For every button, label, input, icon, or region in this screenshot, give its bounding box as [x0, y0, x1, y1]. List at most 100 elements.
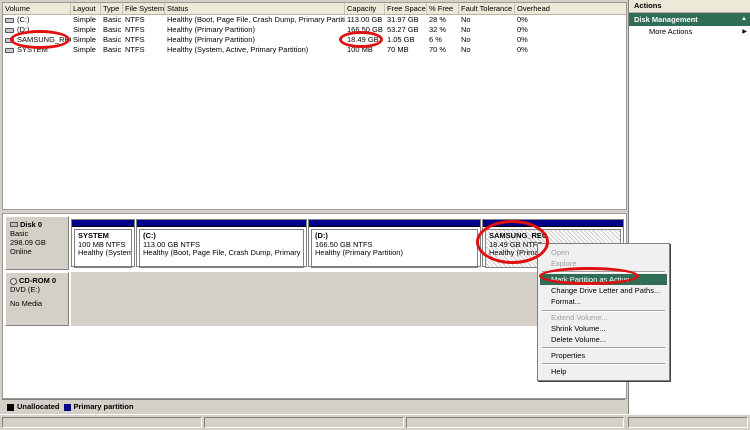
- legend-label-primary: Primary partition: [73, 402, 134, 411]
- menu-item-properties[interactable]: Properties: [540, 350, 667, 361]
- cell-layout: Simple: [73, 15, 96, 24]
- legend-label-unallocated: Unallocated: [17, 402, 60, 411]
- cell-free-space: 1.05 GB: [387, 35, 415, 44]
- col-volume[interactable]: Volume: [3, 3, 71, 14]
- cell-capacity: 18.49 GB: [347, 35, 379, 44]
- menu-item-explore: Explore: [551, 259, 577, 268]
- cell-free-space: 53.27 GB: [387, 25, 419, 34]
- menu-separator: [542, 271, 665, 273]
- table-row[interactable]: (C:) Simple Basic NTFS Healthy (Boot, Pa…: [3, 15, 626, 25]
- col-type[interactable]: Type: [101, 3, 123, 14]
- table-row[interactable]: SAMSUNG_REC Simple Basic NTFS Healthy (P…: [3, 35, 626, 45]
- cell-capacity: 100 MB: [347, 45, 373, 54]
- legend: Unallocated Primary partition: [2, 399, 625, 414]
- col-free-space[interactable]: Free Space: [385, 3, 427, 14]
- cell-capacity: 113.00 GB: [347, 15, 383, 24]
- cell-free-space: 31.97 GB: [387, 15, 419, 24]
- cell-percent-free: 6 %: [429, 35, 442, 44]
- table-row[interactable]: (D:) Simple Basic NTFS Healthy (Primary …: [3, 25, 626, 35]
- partition-status: Healthy (Boot, Page File, Crash Dump, Pr…: [143, 248, 304, 257]
- cell-fault-tolerance: No: [461, 25, 471, 34]
- cell-file-system: NTFS: [125, 45, 145, 54]
- menu-item-extend-volume: Extend Volume...: [551, 313, 608, 322]
- cell-overhead: 0%: [517, 45, 528, 54]
- cell-layout: Simple: [73, 25, 96, 34]
- legend-swatch-primary: [63, 403, 71, 411]
- cell-status: Healthy (System, Active, Primary Partiti…: [167, 45, 309, 54]
- col-layout[interactable]: Layout: [71, 3, 101, 14]
- cell-file-system: NTFS: [125, 15, 145, 24]
- menu-item-help[interactable]: Help: [540, 366, 667, 377]
- collapse-up-icon[interactable]: ▲: [741, 13, 747, 26]
- cell-layout: Simple: [73, 45, 96, 54]
- main-pane: Volume Layout Type File System Status Ca…: [0, 0, 627, 429]
- partition-c[interactable]: (C:) 113.00 GB NTFS Healthy (Boot, Page …: [136, 219, 307, 268]
- col-fault-tolerance[interactable]: Fault Tolerance: [459, 3, 515, 14]
- partition-d[interactable]: (D:) 166.50 GB NTFS Healthy (Primary Par…: [308, 219, 481, 268]
- cell-free-space: 70 MB: [387, 45, 409, 54]
- partition-bar: [309, 220, 480, 227]
- col-percent-free[interactable]: % Free: [427, 3, 459, 14]
- cdrom-icon: [10, 277, 17, 285]
- partition-status: Healthy (System, A: [78, 248, 131, 257]
- cell-status: Healthy (Primary Partition): [167, 35, 255, 44]
- disk0-state: Online: [10, 247, 32, 256]
- partition-bar: [137, 220, 306, 227]
- partition-bar: [72, 220, 134, 227]
- cell-status: Healthy (Primary Partition): [167, 25, 255, 34]
- col-file-system[interactable]: File System: [123, 3, 165, 14]
- col-status[interactable]: Status: [165, 3, 345, 14]
- volume-list[interactable]: Volume Layout Type File System Status Ca…: [2, 2, 627, 210]
- cdrom0-label[interactable]: CD-ROM 0 DVD (E:) No Media: [5, 272, 69, 326]
- cell-status: Healthy (Boot, Page File, Crash Dump, Pr…: [167, 15, 345, 24]
- cell-layout: Simple: [73, 35, 96, 44]
- partition-system[interactable]: SYSTEM 100 MB NTFS Healthy (System, A: [71, 219, 135, 268]
- menu-separator: [542, 363, 665, 365]
- actions-section-disk-management[interactable]: Disk Management ▲: [629, 13, 750, 26]
- cell-type: Basic: [103, 35, 122, 44]
- menu-item-change-drive-letter[interactable]: Change Drive Letter and Paths...: [540, 285, 667, 296]
- cdrom0-type: DVD (E:): [10, 285, 40, 294]
- cell-volume: SYSTEM: [3, 45, 71, 55]
- cell-volume: (C:): [3, 15, 71, 25]
- disk-icon: [10, 222, 18, 227]
- cdrom0-row: CD-ROM 0 DVD (E:) No Media: [5, 272, 624, 326]
- cell-capacity: 166.50 GB: [347, 25, 383, 34]
- cell-fault-tolerance: No: [461, 15, 471, 24]
- disk0-row: Disk 0 Basic 298.09 GB Online SYSTEM 100…: [5, 216, 624, 270]
- status-cell: [2, 417, 202, 428]
- actions-section-label: Disk Management: [634, 15, 698, 24]
- more-actions-link[interactable]: More Actions ▶: [629, 26, 750, 38]
- cell-overhead: 0%: [517, 25, 528, 34]
- menu-item-format[interactable]: Format...: [540, 296, 667, 307]
- cell-percent-free: 32 %: [429, 25, 447, 34]
- disk0-size: 298.09 GB: [10, 238, 46, 247]
- status-cell: [204, 417, 404, 428]
- cell-type: Basic: [103, 15, 122, 24]
- partition-bar: [483, 220, 623, 227]
- menu-item-delete-volume[interactable]: Delete Volume...: [540, 334, 667, 345]
- drive-icon: [5, 37, 14, 43]
- disk0-label[interactable]: Disk 0 Basic 298.09 GB Online: [5, 216, 69, 270]
- cell-type: Basic: [103, 45, 122, 54]
- cell-percent-free: 28 %: [429, 15, 447, 24]
- menu-item-mark-partition-active[interactable]: Mark Partition as Active: [540, 274, 667, 285]
- submenu-arrow-icon: ▶: [742, 29, 747, 35]
- menu-item-shrink-volume[interactable]: Shrink Volume...: [540, 323, 667, 334]
- col-capacity[interactable]: Capacity: [345, 3, 385, 14]
- status-bar: [0, 414, 750, 430]
- table-row[interactable]: SYSTEM Simple Basic NTFS Healthy (System…: [3, 45, 626, 55]
- cell-overhead: 0%: [517, 15, 528, 24]
- legend-swatch-unallocated: [7, 403, 14, 411]
- menu-item-open: Open: [551, 248, 570, 257]
- cell-file-system: NTFS: [125, 35, 145, 44]
- cell-fault-tolerance: No: [461, 45, 471, 54]
- menu-separator: [542, 347, 665, 349]
- cell-type: Basic: [103, 25, 122, 34]
- more-actions-label: More Actions: [649, 27, 693, 36]
- drive-icon: [5, 17, 14, 23]
- volume-table-header: Volume Layout Type File System Status Ca…: [3, 3, 626, 15]
- actions-header: Actions: [629, 0, 750, 13]
- col-overhead[interactable]: Overhead: [515, 3, 626, 14]
- cell-percent-free: 70 %: [429, 45, 447, 54]
